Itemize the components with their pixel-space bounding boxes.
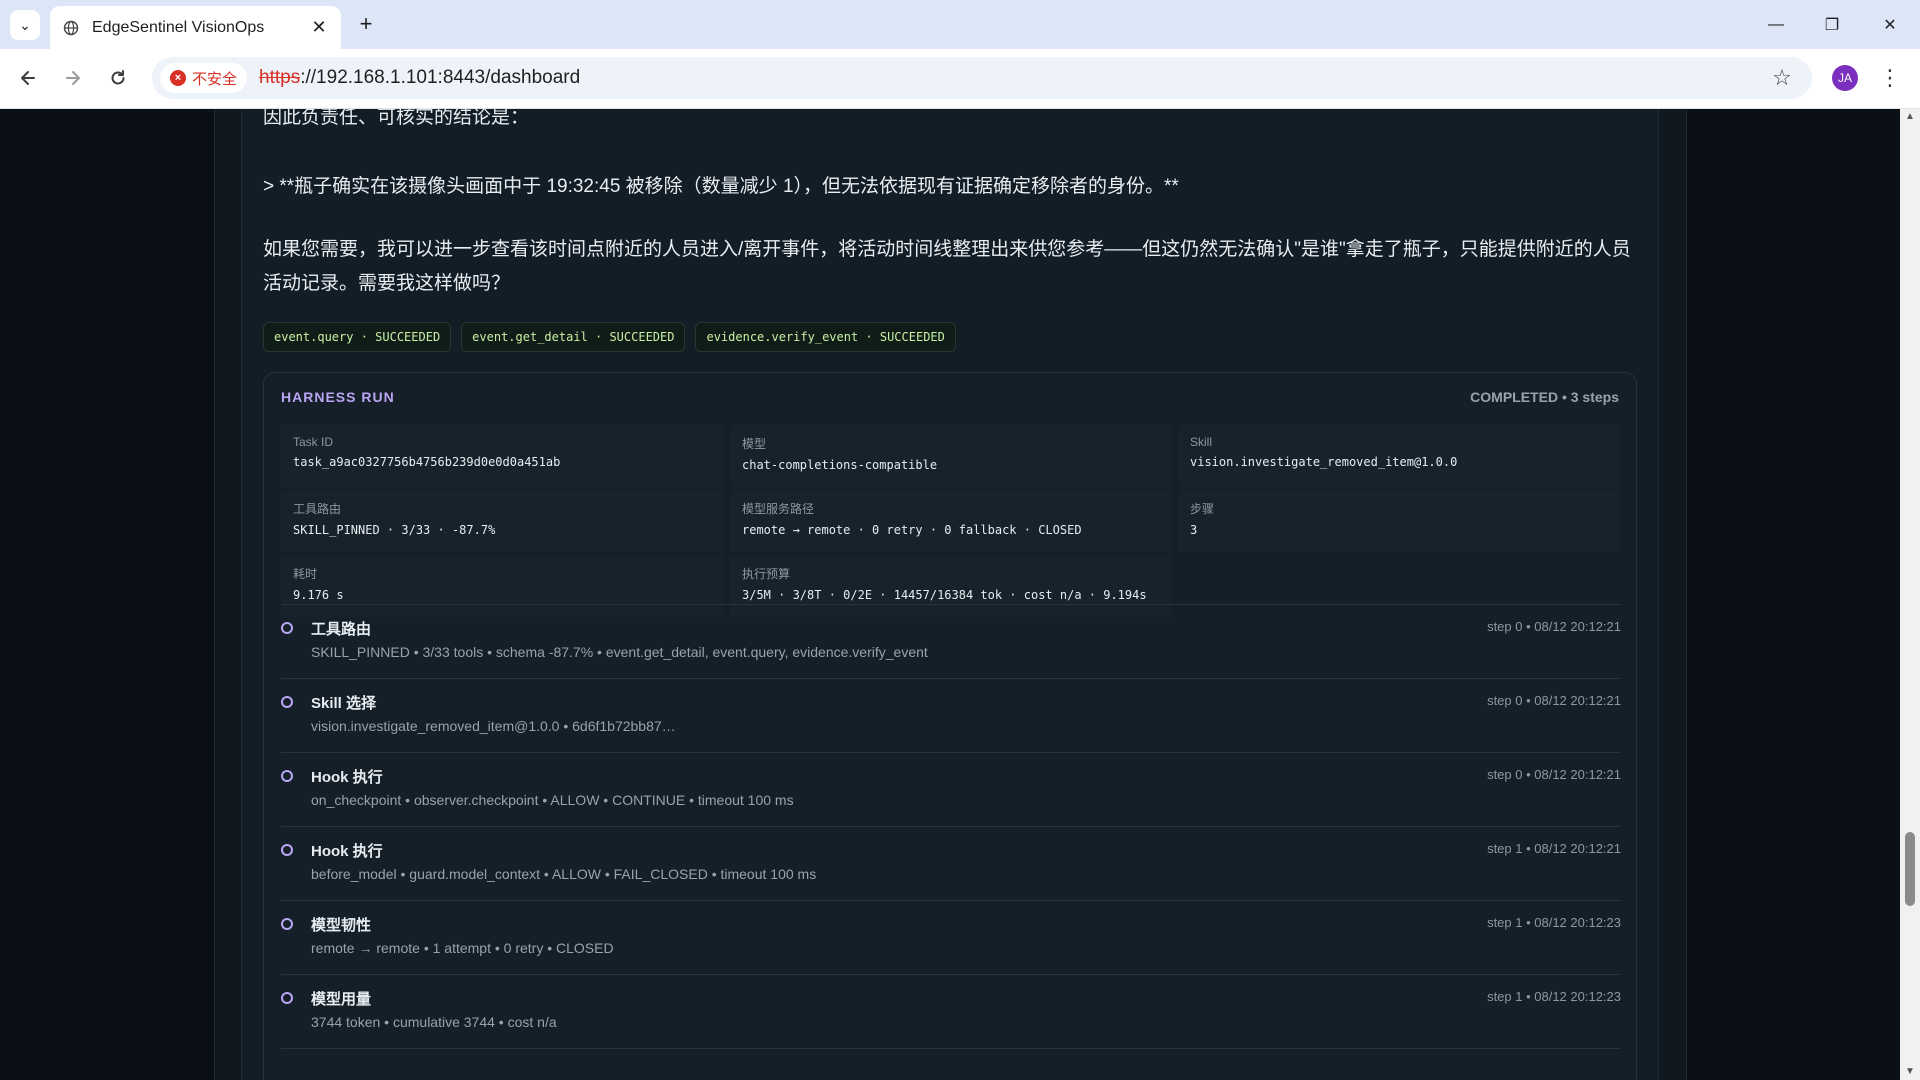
step-status-dot-icon (281, 770, 293, 782)
step-title: Hook 执行 (311, 769, 383, 786)
reload-icon[interactable] (102, 62, 134, 94)
meta-value: chat-completions-compatible (742, 458, 938, 472)
meta-label: 模型服务路径 (742, 502, 815, 516)
scrollbar-thumb[interactable] (1905, 832, 1915, 906)
meta-value: remote → remote · 0 retry · 0 fallback ·… (742, 523, 1082, 537)
security-indicator[interactable]: × 不安全 (160, 63, 248, 93)
step-title: 模型用量 (311, 991, 372, 1008)
minimize-icon[interactable]: — (1748, 0, 1804, 49)
meta-model-path: 模型服务路径 remote → remote · 0 retry · 0 fal… (730, 490, 1172, 552)
harness-step[interactable]: Skill 选择 vision.investigate_removed_item… (281, 679, 1621, 753)
meta-value: 9.176 s (293, 588, 344, 602)
meta-label: 耗时 (293, 567, 318, 581)
meta-steps: 步骤 3 (1178, 490, 1620, 552)
browser-tab-active[interactable]: EdgeSentinel VisionOps ✕ (50, 6, 341, 49)
step-status-dot-icon (281, 622, 293, 634)
tool-call-chip[interactable]: event.get_detail · SUCCEEDED (461, 322, 686, 352)
meta-task-id: Task ID task_a9ac0327756b4756b239d0e0d0a… (281, 425, 723, 487)
meta-label: 步骤 (1190, 502, 1215, 516)
url-text[interactable]: https://192.168.1.101:8443/dashboard (259, 67, 580, 89)
meta-skill: Skill vision.investigate_removed_item@1.… (1178, 425, 1620, 487)
scroll-down-arrow-icon[interactable]: ▼ (1904, 1066, 1916, 1078)
scroll-up-arrow-icon[interactable]: ▲ (1904, 111, 1916, 123)
meta-label: Skill (1190, 435, 1213, 449)
meta-label: 执行预算 (742, 567, 791, 581)
meta-model: 模型 chat-completions-compatible (730, 425, 1172, 487)
step-status-dot-icon (281, 918, 293, 930)
tool-call-chip[interactable]: event.query · SUCCEEDED (263, 322, 452, 352)
meta-label: 模型 (742, 437, 767, 451)
meta-value: SKILL_PINNED · 3/33 · -87.7% (293, 523, 496, 537)
meta-label: 工具路由 (293, 502, 342, 516)
step-detail: 3744 token • cumulative 3744 • cost n/a (311, 1014, 557, 1030)
meta-value: 3/5M · 3/8T · 0/2E · 14457/16384 tok · c… (742, 588, 1147, 602)
harness-status: COMPLETED • 3 steps (1470, 389, 1619, 405)
tab-title: EdgeSentinel VisionOps (92, 18, 265, 36)
step-meta: step 0 • 08/12 20:12:21 (1487, 619, 1621, 634)
harness-run-panel: HARNESS RUN COMPLETED • 3 steps Task ID … (263, 372, 1637, 1080)
meta-value: vision.investigate_removed_item@1.0.0 (1190, 455, 1458, 469)
step-meta: step 0 • 08/12 20:12:21 (1487, 693, 1621, 708)
close-window-icon[interactable]: ✕ (1862, 0, 1918, 49)
meta-value: task_a9ac0327756b4756b239d0e0d0a451ab (293, 455, 561, 469)
step-title: Hook 执行 (311, 843, 383, 860)
step-meta: step 1 • 08/12 20:12:23 (1487, 915, 1621, 930)
step-status-dot-icon (281, 844, 293, 856)
not-secure-icon: × (170, 70, 186, 86)
tool-call-list: event.query · SUCCEEDED event.get_detail… (263, 322, 956, 352)
meta-label: Task ID (293, 435, 334, 449)
step-title: 模型韧性 (311, 917, 372, 934)
step-meta: step 1 • 08/12 20:12:21 (1487, 841, 1621, 856)
tab-search-chevron-icon[interactable]: ⌄ (10, 10, 40, 40)
message-quote: > **瓶子确实在该摄像头画面中于 19:32:45 被移除（数量减少 1），但… (263, 176, 1179, 197)
harness-step[interactable]: 模型用量 3744 token • cumulative 3744 • cost… (281, 975, 1621, 1049)
message-partial-line: 因此负责任、可核实的结论是： (263, 109, 530, 128)
address-bar[interactable]: × 不安全 https://192.168.1.101:8443/dashboa… (152, 57, 1812, 99)
restore-icon[interactable]: ❐ (1804, 0, 1860, 49)
step-meta: step 1 • 08/12 20:12:23 (1487, 989, 1621, 1004)
back-arrow-icon[interactable] (12, 62, 44, 94)
harness-step[interactable]: 工具路由 SKILL_PINNED • 3/33 tools • schema … (281, 605, 1621, 679)
harness-step[interactable]: Hook 执行 before_model • guard.model_conte… (281, 827, 1621, 901)
step-title: Skill 选择 (311, 695, 377, 712)
profile-avatar[interactable]: JA (1832, 65, 1858, 91)
step-status-dot-icon (281, 992, 293, 1004)
meta-value: 3 (1190, 523, 1198, 537)
message-followup: 如果您需要，我可以进一步查看该时间点附近的人员进入/离开事件，将活动时间线整理出… (263, 239, 1631, 294)
url-scheme: https (259, 67, 301, 88)
step-meta: step 0 • 08/12 20:12:21 (1487, 767, 1621, 782)
step-detail: SKILL_PINNED • 3/33 tools • schema -87.7… (311, 644, 928, 660)
harness-title: HARNESS RUN (281, 389, 395, 405)
page-scrollbar[interactable]: ▲ ▼ (1900, 109, 1920, 1080)
step-detail: on_checkpoint • observer.checkpoint • AL… (311, 792, 794, 808)
security-label: 不安全 (192, 70, 238, 88)
forward-arrow-icon[interactable] (57, 62, 89, 94)
bookmark-star-icon[interactable]: ☆ (1766, 62, 1798, 94)
tool-call-chip[interactable]: evidence.verify_event · SUCCEEDED (695, 322, 956, 352)
close-tab-icon[interactable]: ✕ (309, 17, 329, 38)
browser-toolbar: × 不安全 https://192.168.1.101:8443/dashboa… (0, 49, 1920, 109)
harness-step[interactable]: Hook 执行 on_checkpoint • observer.checkpo… (281, 753, 1621, 827)
step-status-dot-icon (281, 696, 293, 708)
url-rest: ://192.168.1.101:8443/dashboard (300, 67, 581, 88)
step-title: 工具路由 (311, 621, 372, 638)
more-menu-icon[interactable]: ⋮ (1876, 62, 1904, 94)
globe-icon (62, 19, 80, 37)
harness-step[interactable]: 模型韧性 remote → remote • 1 attempt • 0 ret… (281, 901, 1621, 975)
step-detail: before_model • guard.model_context • ALL… (311, 866, 817, 882)
tab-strip: ⌄ EdgeSentinel VisionOps ✕ + — ❐ ✕ (0, 0, 1920, 49)
step-detail: vision.investigate_removed_item@1.0.0 • … (311, 718, 676, 734)
step-detail: remote → remote • 1 attempt • 0 retry • … (311, 940, 614, 956)
page-viewport: 因此负责任、可核实的结论是： > **瓶子确实在该摄像头画面中于 19:32:4… (0, 109, 1920, 1080)
meta-tool-routing: 工具路由 SKILL_PINNED · 3/33 · -87.7% (281, 490, 723, 552)
new-tab-plus-icon[interactable]: + (352, 10, 380, 38)
